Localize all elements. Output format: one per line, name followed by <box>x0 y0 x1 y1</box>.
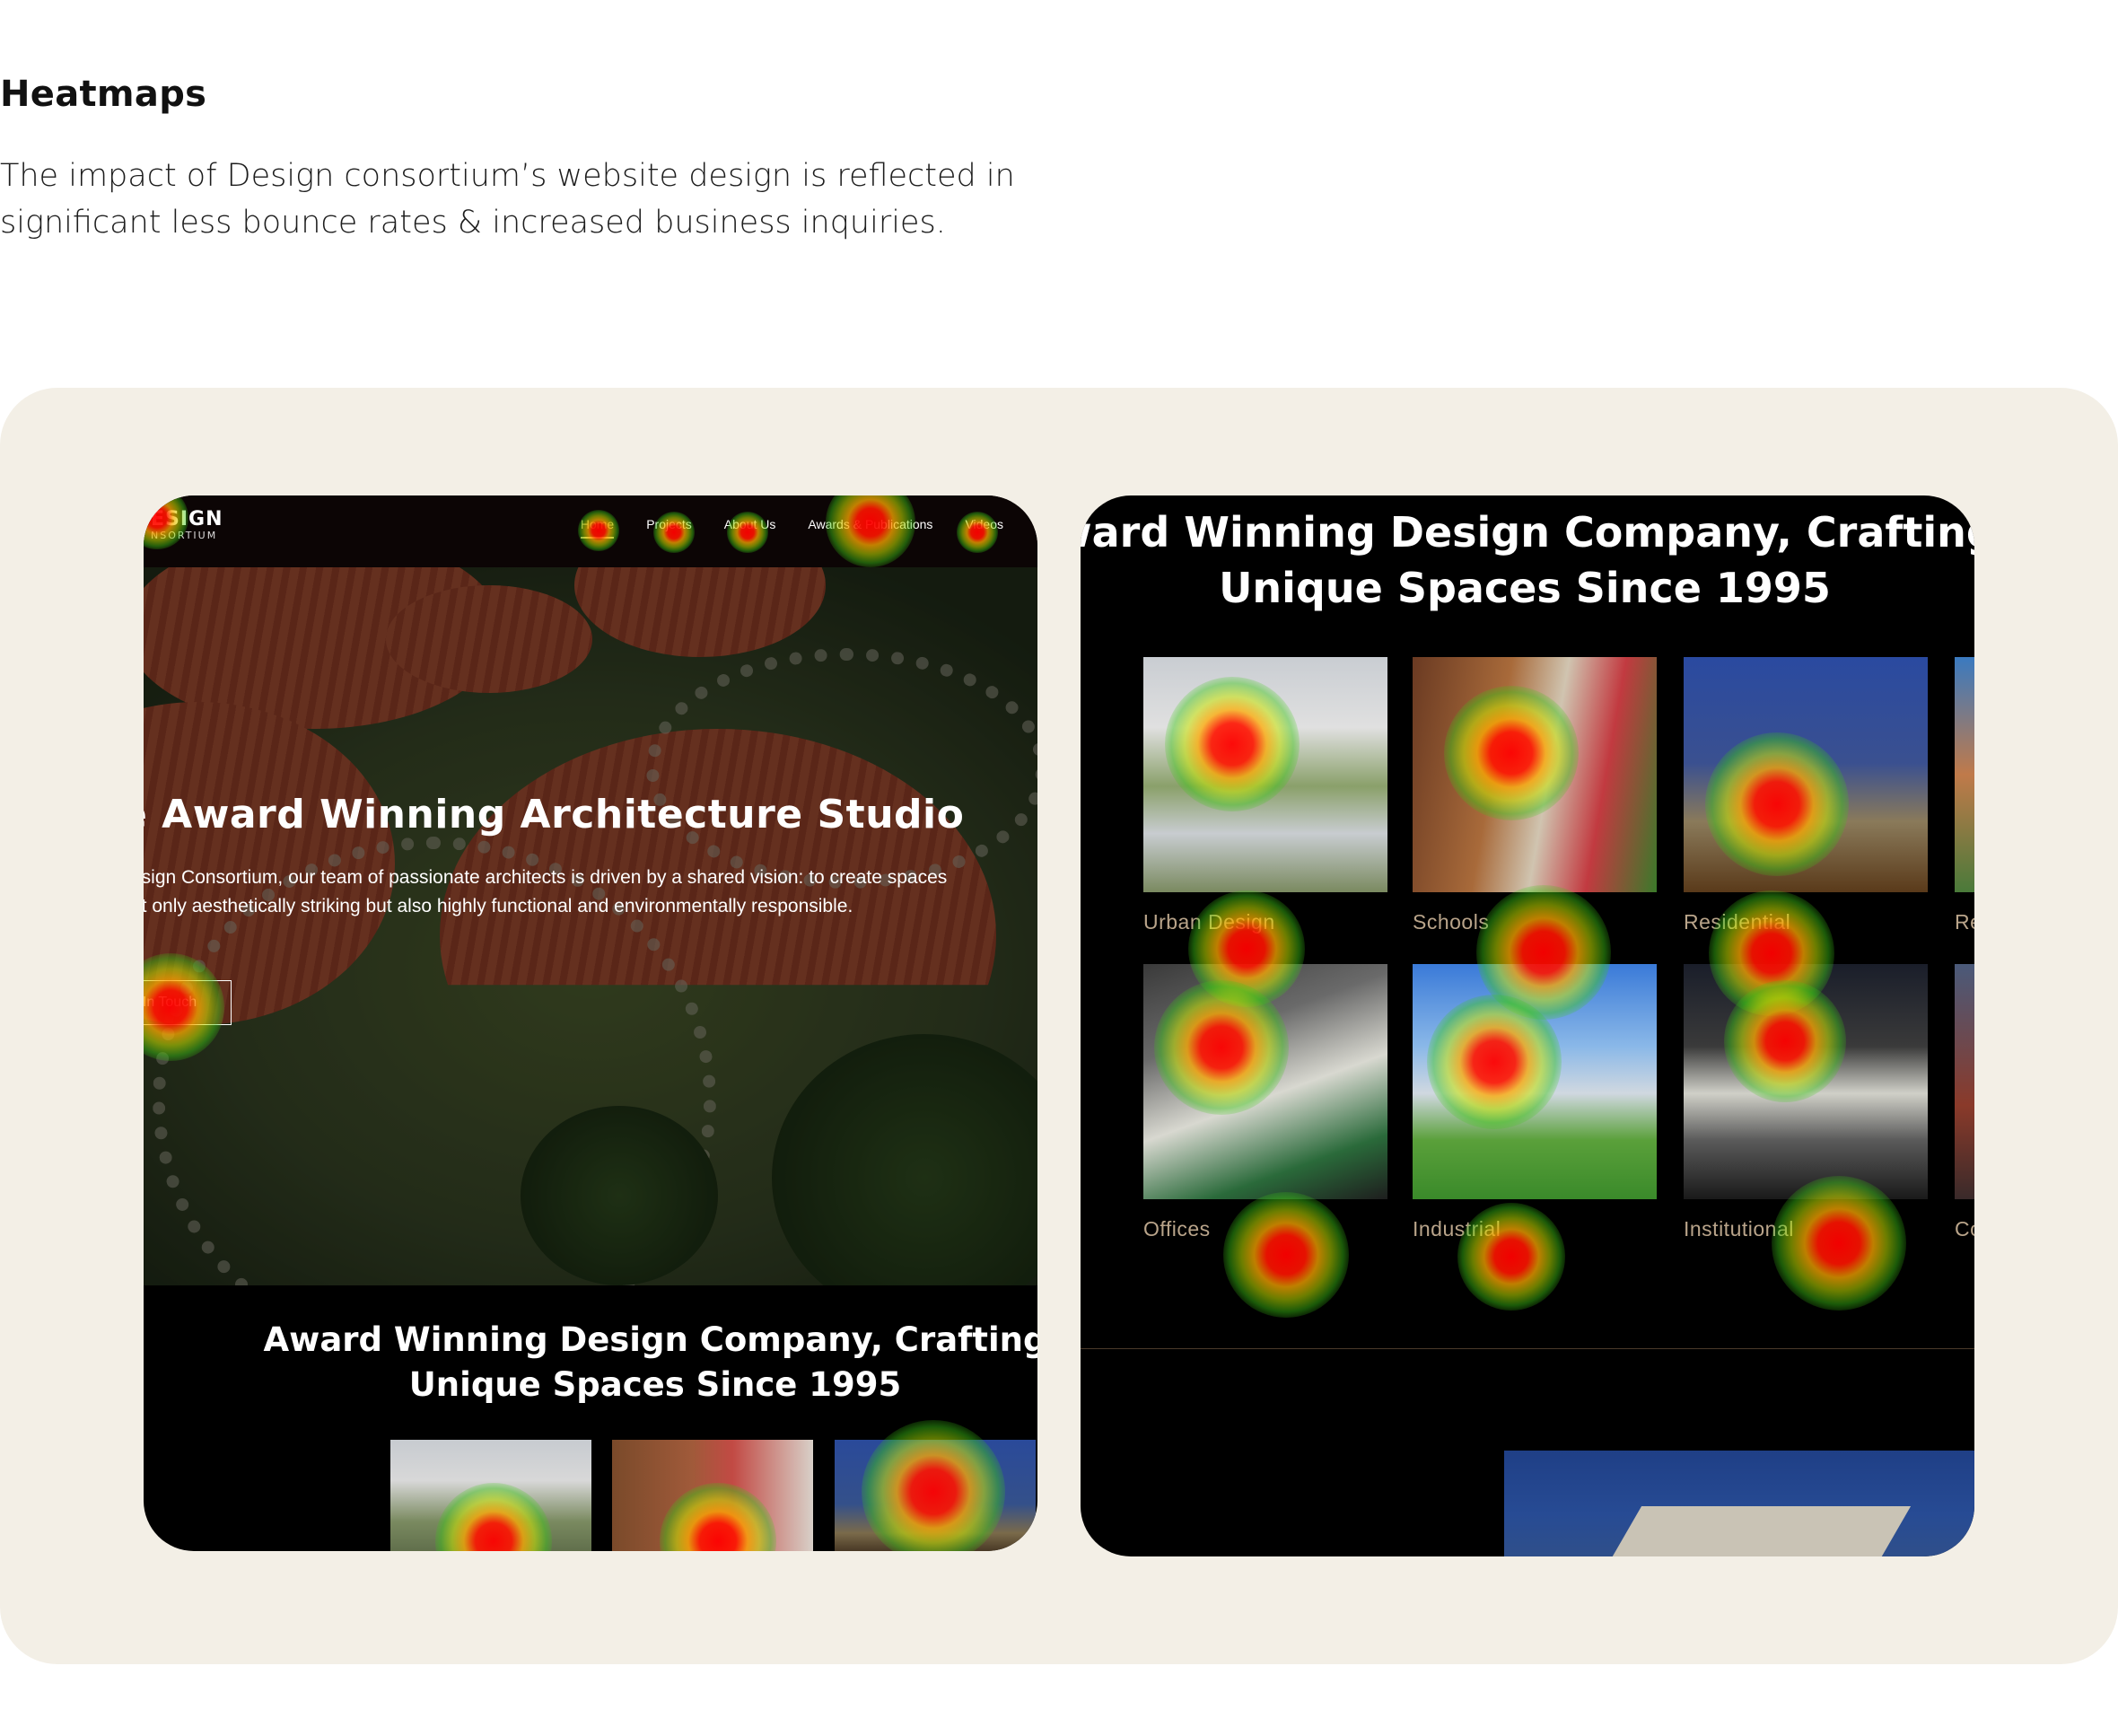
category-tile-urban-design[interactable] <box>1143 657 1387 892</box>
project-thumbnail-urban[interactable] <box>390 1440 591 1551</box>
section-title: Award Winning Design Company, Crafting U… <box>263 1320 1037 1404</box>
nav-videos[interactable]: Videos <box>965 517 1003 539</box>
nav-about-us[interactable]: About Us <box>724 517 776 539</box>
hero-title: e Award Winning Architecture Studio <box>144 792 965 837</box>
site-logo[interactable]: ESIGN NSORTIUM <box>151 510 223 542</box>
section-title: ward Winning Design Company, Crafting Un… <box>1081 508 1974 612</box>
category-tile-industrial[interactable] <box>1413 964 1657 1199</box>
category-label[interactable]: Industrial <box>1413 1217 1501 1241</box>
building-roof <box>1599 1506 1912 1556</box>
logo-subtext: NSORTIUM <box>151 530 218 541</box>
heatmaps-description: The impact of Design consortium’s websit… <box>0 158 1015 241</box>
site-nav: Home Projects About Us Awards & Publicat… <box>580 517 1003 539</box>
hero-overlay <box>144 567 1037 1285</box>
category-tile-residential[interactable] <box>1684 657 1928 892</box>
heatmap-spot <box>1223 1192 1349 1318</box>
heatmaps-heading: Heatmaps <box>0 74 207 115</box>
nav-home[interactable]: Home <box>580 517 615 539</box>
category-label[interactable]: Institutional <box>1684 1217 1794 1241</box>
category-label[interactable]: Offices <box>1143 1217 1211 1241</box>
category-label[interactable]: Co <box>1955 1217 1974 1241</box>
project-thumbnail-residential[interactable] <box>835 1440 1036 1551</box>
nav-awards-publications[interactable]: Awards & Publications <box>808 517 932 539</box>
category-tile-offices[interactable] <box>1143 964 1387 1199</box>
section-divider <box>1081 1348 1974 1349</box>
category-tile-partial[interactable] <box>1955 964 1974 1199</box>
category-tile-partial[interactable] <box>1955 657 1974 892</box>
category-tile-schools[interactable] <box>1413 657 1657 892</box>
project-thumbnail-schools[interactable] <box>612 1440 813 1551</box>
showcase-panel: ESIGN NSORTIUM Home Projects About Us Aw… <box>0 388 2118 1664</box>
category-label[interactable]: Urban Design <box>1143 910 1275 934</box>
logo-text: ESIGN <box>151 508 223 530</box>
homepage-heatmap-screenshot: ESIGN NSORTIUM Home Projects About Us Aw… <box>144 495 1037 1551</box>
category-label[interactable]: Residential <box>1684 910 1790 934</box>
category-label[interactable]: Schools <box>1413 910 1489 934</box>
featured-project-image[interactable] <box>1504 1451 1974 1556</box>
get-in-touch-button[interactable]: In Touch <box>144 980 232 1025</box>
category-label[interactable]: Re <box>1955 910 1974 934</box>
nav-projects[interactable]: Projects <box>646 517 692 539</box>
site-header: ESIGN NSORTIUM Home Projects About Us Aw… <box>144 495 1037 567</box>
hero-banner: e Award Winning Architecture Studio esig… <box>144 567 1037 1285</box>
hero-description: esign Consortium, our team of passionate… <box>144 867 948 916</box>
categories-heatmap-screenshot: ward Winning Design Company, Crafting Un… <box>1081 495 1974 1556</box>
category-tile-institutional[interactable] <box>1684 964 1928 1199</box>
